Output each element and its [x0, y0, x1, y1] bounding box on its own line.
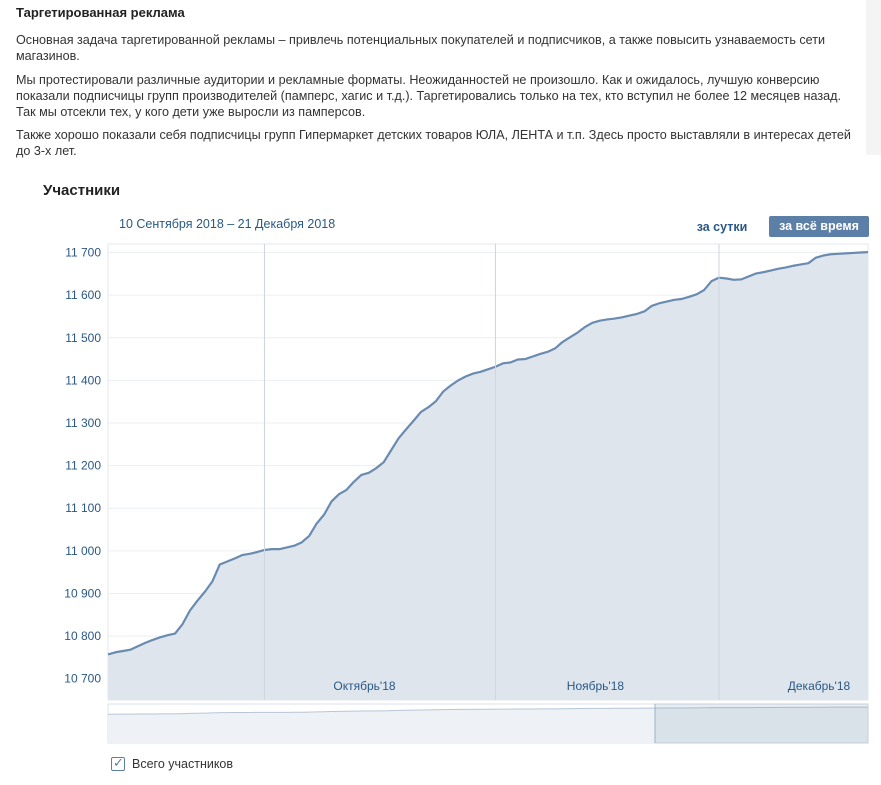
y-tick-label: 11 000	[65, 544, 101, 558]
y-tick-label: 11 200	[65, 459, 101, 473]
y-tick-label: 11 400	[65, 373, 101, 387]
legend-checkbox[interactable]: ✓	[111, 755, 125, 771]
y-tick-label: 10 800	[64, 629, 101, 643]
x-tick-label: Декабрь'18	[788, 679, 851, 693]
y-tick-label: 11 300	[65, 416, 101, 430]
y-tick-label: 10 900	[64, 586, 101, 600]
checkmark-icon: ✓	[113, 755, 124, 770]
x-tick-label: Октябрь'18	[333, 679, 395, 693]
x-tick-label: Ноябрь'18	[567, 679, 625, 693]
legend[interactable]: ✓ Всего участников	[111, 755, 233, 773]
y-tick-label: 11 100	[65, 501, 101, 515]
y-tick-label: 10 700	[64, 672, 101, 686]
navigator-selection[interactable]	[654, 703, 869, 744]
members-chart: 10 700 10 800 10 900 11 000 11 100 11 200 11 3…	[64, 243, 869, 744]
legend-label: Всего участников	[132, 757, 234, 771]
y-tick-label: 11 700	[65, 246, 101, 260]
y-tick-label: 11 600	[65, 288, 101, 302]
y-tick-label: 11 500	[65, 331, 101, 345]
